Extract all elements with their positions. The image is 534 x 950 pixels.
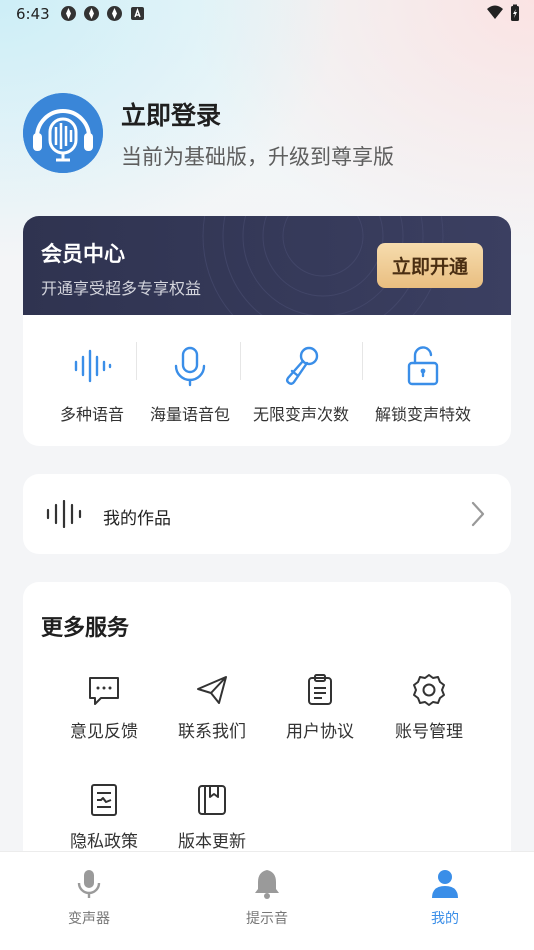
tab-label: 变声器 bbox=[68, 911, 110, 927]
service-label: 账号管理 bbox=[395, 722, 463, 742]
microphone-icon bbox=[168, 344, 212, 388]
app-notification-icon bbox=[106, 5, 123, 22]
document-icon bbox=[87, 783, 121, 817]
chevron-right-icon bbox=[469, 500, 487, 528]
waveform-icon bbox=[70, 344, 114, 388]
account-management-button[interactable]: 账号管理 bbox=[375, 673, 483, 763]
karaoke-mic-icon bbox=[279, 344, 323, 388]
benefit-label: 海量语音包 bbox=[149, 405, 230, 424]
status-time: 6:43 bbox=[16, 5, 50, 23]
more-services-card: 更多服务 意见反馈 联系我们 用户协议 账号管理 隐私政策 版本更新 bbox=[23, 582, 511, 882]
my-works-label: 我的作品 bbox=[103, 509, 171, 529]
clipboard-icon bbox=[303, 673, 337, 707]
my-works-row[interactable]: 我的作品 bbox=[23, 474, 511, 554]
login-title[interactable]: 立即登录 bbox=[121, 96, 221, 132]
divider bbox=[362, 342, 363, 380]
tab-voice-changer[interactable]: 变声器 bbox=[0, 852, 178, 942]
services-title: 更多服务 bbox=[41, 616, 130, 641]
status-bar: 6:43 bbox=[0, 0, 534, 28]
user-icon bbox=[430, 868, 460, 900]
battery-charging-icon bbox=[510, 4, 520, 26]
unlock-icon bbox=[401, 344, 445, 388]
book-icon bbox=[195, 783, 229, 817]
system-status-icons bbox=[486, 4, 520, 26]
contact-us-button[interactable]: 联系我们 bbox=[158, 673, 266, 763]
service-label: 联系我们 bbox=[178, 722, 246, 742]
user-agreement-button[interactable]: 用户协议 bbox=[266, 673, 374, 763]
waveform-icon bbox=[45, 499, 85, 529]
voice-logo-icon bbox=[23, 93, 103, 173]
send-icon bbox=[195, 673, 229, 707]
benefit-label: 解锁变声特效 bbox=[374, 405, 471, 424]
service-label: 版本更新 bbox=[178, 832, 246, 852]
wifi-icon bbox=[486, 5, 504, 25]
app-notification-icon bbox=[60, 5, 77, 22]
benefit-voice-packs[interactable]: 海量语音包 bbox=[134, 338, 246, 428]
service-label: 意见反馈 bbox=[70, 722, 138, 742]
font-notification-icon bbox=[129, 5, 146, 22]
bottom-tab-bar: 变声器 提示音 我的 bbox=[0, 851, 534, 950]
benefit-effects[interactable]: 解锁变声特效 bbox=[367, 338, 479, 428]
benefit-label: 无限变声次数 bbox=[252, 405, 349, 424]
benefit-unlimited[interactable]: 无限变声次数 bbox=[245, 338, 357, 428]
feedback-button[interactable]: 意见反馈 bbox=[50, 673, 158, 763]
bell-icon bbox=[252, 868, 282, 900]
login-subtitle: 当前为基础版，升级到尊享版 bbox=[121, 145, 394, 169]
service-label: 隐私政策 bbox=[70, 832, 138, 852]
benefit-label: 多种语音 bbox=[59, 405, 124, 424]
member-subtitle: 开通享受超多专享权益 bbox=[41, 279, 202, 298]
tab-label: 提示音 bbox=[246, 911, 288, 927]
benefit-voices[interactable]: 多种语音 bbox=[36, 338, 148, 428]
member-title: 会员中心 bbox=[41, 242, 125, 266]
microphone-icon bbox=[74, 868, 104, 900]
app-notification-icon bbox=[83, 5, 100, 22]
divider bbox=[240, 342, 241, 380]
gear-icon bbox=[412, 673, 446, 707]
service-label: 用户协议 bbox=[286, 722, 354, 742]
member-card: 会员中心 开通享受超多专享权益 立即开通 多种语音 海量语音包 无限变声次数 解… bbox=[23, 216, 511, 446]
tab-mine[interactable]: 我的 bbox=[356, 852, 534, 942]
tab-label: 我的 bbox=[431, 911, 459, 927]
notification-icons bbox=[60, 5, 146, 22]
chat-bubble-icon bbox=[87, 673, 121, 707]
open-membership-button[interactable]: 立即开通 bbox=[377, 243, 483, 288]
tab-alert-sounds[interactable]: 提示音 bbox=[178, 852, 356, 942]
avatar[interactable] bbox=[23, 93, 103, 173]
member-header: 会员中心 开通享受超多专享权益 立即开通 bbox=[23, 216, 511, 315]
